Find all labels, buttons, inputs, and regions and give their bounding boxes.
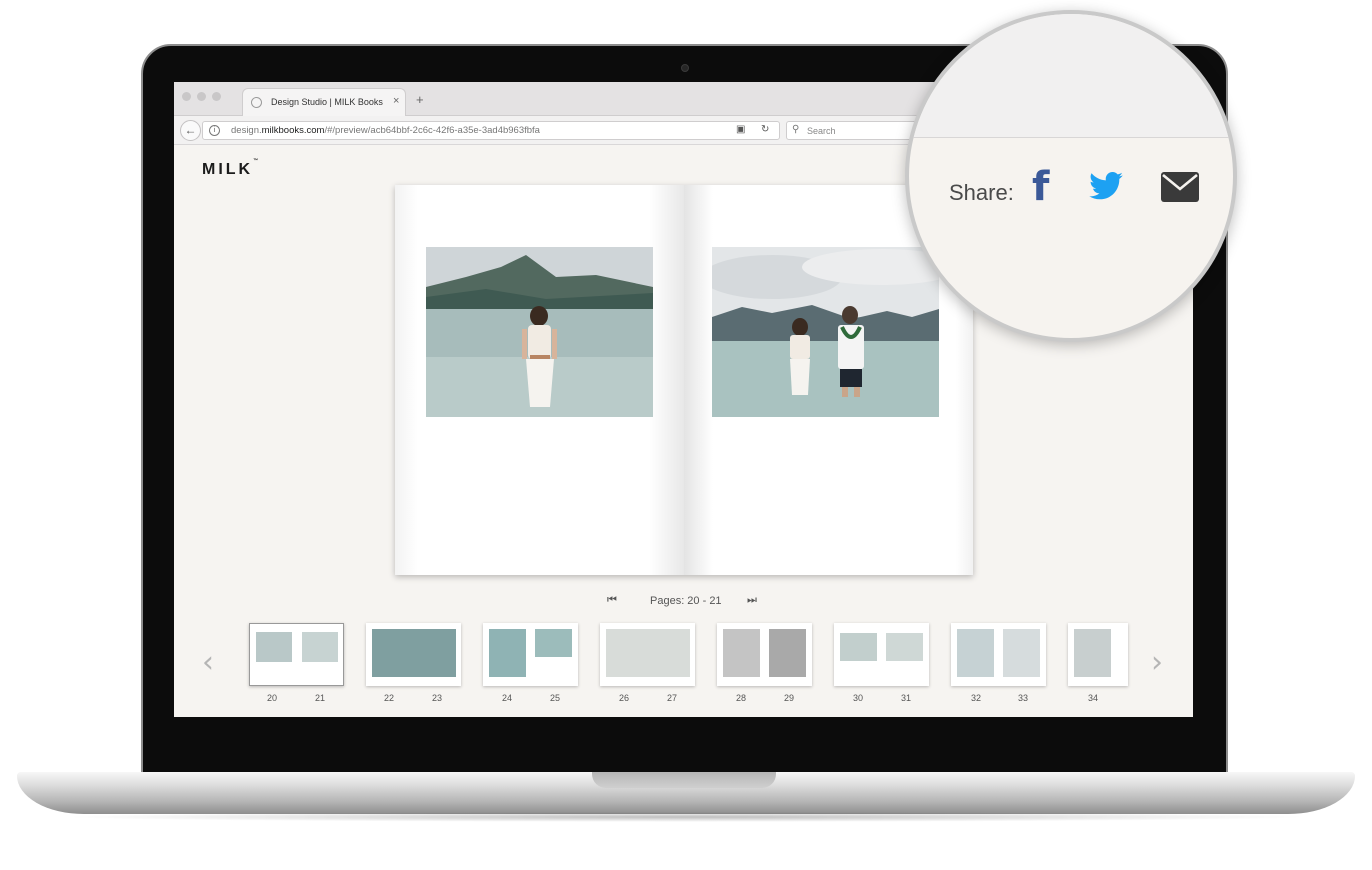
thumbnail-spread[interactable] xyxy=(600,623,695,686)
tab-title: Design Studio | MILK Books xyxy=(271,97,383,107)
last-page-icon[interactable]: ⏭ xyxy=(747,594,757,607)
url-bar[interactable]: i design.milkbooks.com/#/preview/acb64bb… xyxy=(202,121,780,140)
url-path: /#/preview/acb64bbf-2c6c-42f6-a35e-3ad4b… xyxy=(324,125,540,136)
share-label: Share: xyxy=(949,180,1014,205)
thumbnail-page-number: 26 xyxy=(618,693,629,703)
thumbnail-page-number: 29 xyxy=(783,693,794,703)
thumbnail-page-number: 33 xyxy=(1017,693,1028,703)
thumbnails-next-icon[interactable]: › xyxy=(1151,645,1163,680)
thumbnail-page-number: 32 xyxy=(970,693,981,703)
thumbnail-image xyxy=(302,632,338,662)
photo-bride-in-water[interactable] xyxy=(426,247,653,417)
thumbnail-image xyxy=(1003,629,1040,677)
thumbnail-page-number: 28 xyxy=(735,693,746,703)
milk-logo[interactable]: MILK™ xyxy=(202,157,259,179)
thumbnail-spread[interactable] xyxy=(483,623,578,686)
search-bar[interactable]: ⚲ Search xyxy=(786,121,926,140)
thumbnail-image xyxy=(723,629,760,677)
first-page-icon[interactable]: ⏮ xyxy=(607,594,617,607)
url-prefix: design. xyxy=(231,125,262,136)
logo-trademark: ™ xyxy=(253,157,259,164)
thumbnail-image xyxy=(840,633,877,661)
thumbnail-page-number: 21 xyxy=(314,693,325,703)
thumbnail-image xyxy=(769,629,806,677)
pages-label: Pages: 20 - 21 xyxy=(650,595,722,607)
thumbnail-spread[interactable] xyxy=(249,623,344,686)
thumbnail-page-number: 34 xyxy=(1087,693,1098,703)
twitter-icon[interactable] xyxy=(1089,172,1123,200)
url-text: design.milkbooks.com/#/preview/acb64bbf-… xyxy=(231,125,540,136)
search-placeholder: Search xyxy=(807,126,836,136)
thumbnail-spread[interactable] xyxy=(951,623,1046,686)
facebook-icon[interactable]: f xyxy=(1032,164,1049,210)
minimize-window-button[interactable] xyxy=(197,92,206,101)
camera xyxy=(681,64,689,72)
thumbnail-spread[interactable] xyxy=(1068,623,1128,686)
tab-close-icon[interactable]: × xyxy=(393,95,399,107)
thumbnail-page-number: 20 xyxy=(266,693,277,703)
browser-tab[interactable]: Design Studio | MILK Books × xyxy=(242,88,406,116)
thumbnail-image xyxy=(372,629,456,677)
new-tab-button[interactable]: + xyxy=(416,92,424,107)
thumbnails-prev-icon[interactable]: ‹ xyxy=(202,645,214,680)
back-button[interactable]: ← xyxy=(180,120,201,141)
thumbnail-page-number: 22 xyxy=(383,693,394,703)
info-icon[interactable]: i xyxy=(209,125,220,136)
email-icon[interactable] xyxy=(1161,172,1199,202)
thumbnail-spread[interactable] xyxy=(717,623,812,686)
thumbnail-spread[interactable] xyxy=(834,623,929,686)
reader-view-icon[interactable]: ▣ xyxy=(736,124,745,135)
zoom-window-button[interactable] xyxy=(212,92,221,101)
thumbnail-page-number: 23 xyxy=(431,693,442,703)
reload-icon[interactable]: ↻ xyxy=(761,124,769,135)
magnified-browser-chrome xyxy=(909,14,1233,138)
url-domain: milkbooks.com xyxy=(261,125,325,136)
thumbnail-image xyxy=(489,629,526,677)
thumbnail-page-number: 31 xyxy=(900,693,911,703)
laptop-notch xyxy=(592,772,776,788)
thumbnail-page-number: 27 xyxy=(666,693,677,703)
search-icon: ⚲ xyxy=(792,124,800,135)
book-spread xyxy=(395,185,973,575)
tab-favicon-icon xyxy=(251,97,262,108)
back-arrow-icon: ← xyxy=(184,123,197,137)
thumbnail-image xyxy=(957,629,994,677)
page-left xyxy=(395,185,684,575)
thumbnail-page-number: 24 xyxy=(501,693,512,703)
thumbnail-image xyxy=(606,629,690,677)
thumbnail-page-number: 25 xyxy=(549,693,560,703)
thumbnail-spread[interactable] xyxy=(366,623,461,686)
photo-couple-in-water[interactable] xyxy=(712,247,939,417)
logo-text: MILK xyxy=(202,161,254,178)
thumbnail-image xyxy=(1074,629,1111,677)
laptop-shadow xyxy=(60,812,1312,822)
share-magnifier: Share: f xyxy=(905,10,1237,342)
thumbnail-image xyxy=(886,633,923,661)
close-window-button[interactable] xyxy=(182,92,191,101)
thumbnail-image xyxy=(535,629,572,657)
thumbnail-page-number: 30 xyxy=(852,693,863,703)
thumbnail-image xyxy=(256,632,292,662)
